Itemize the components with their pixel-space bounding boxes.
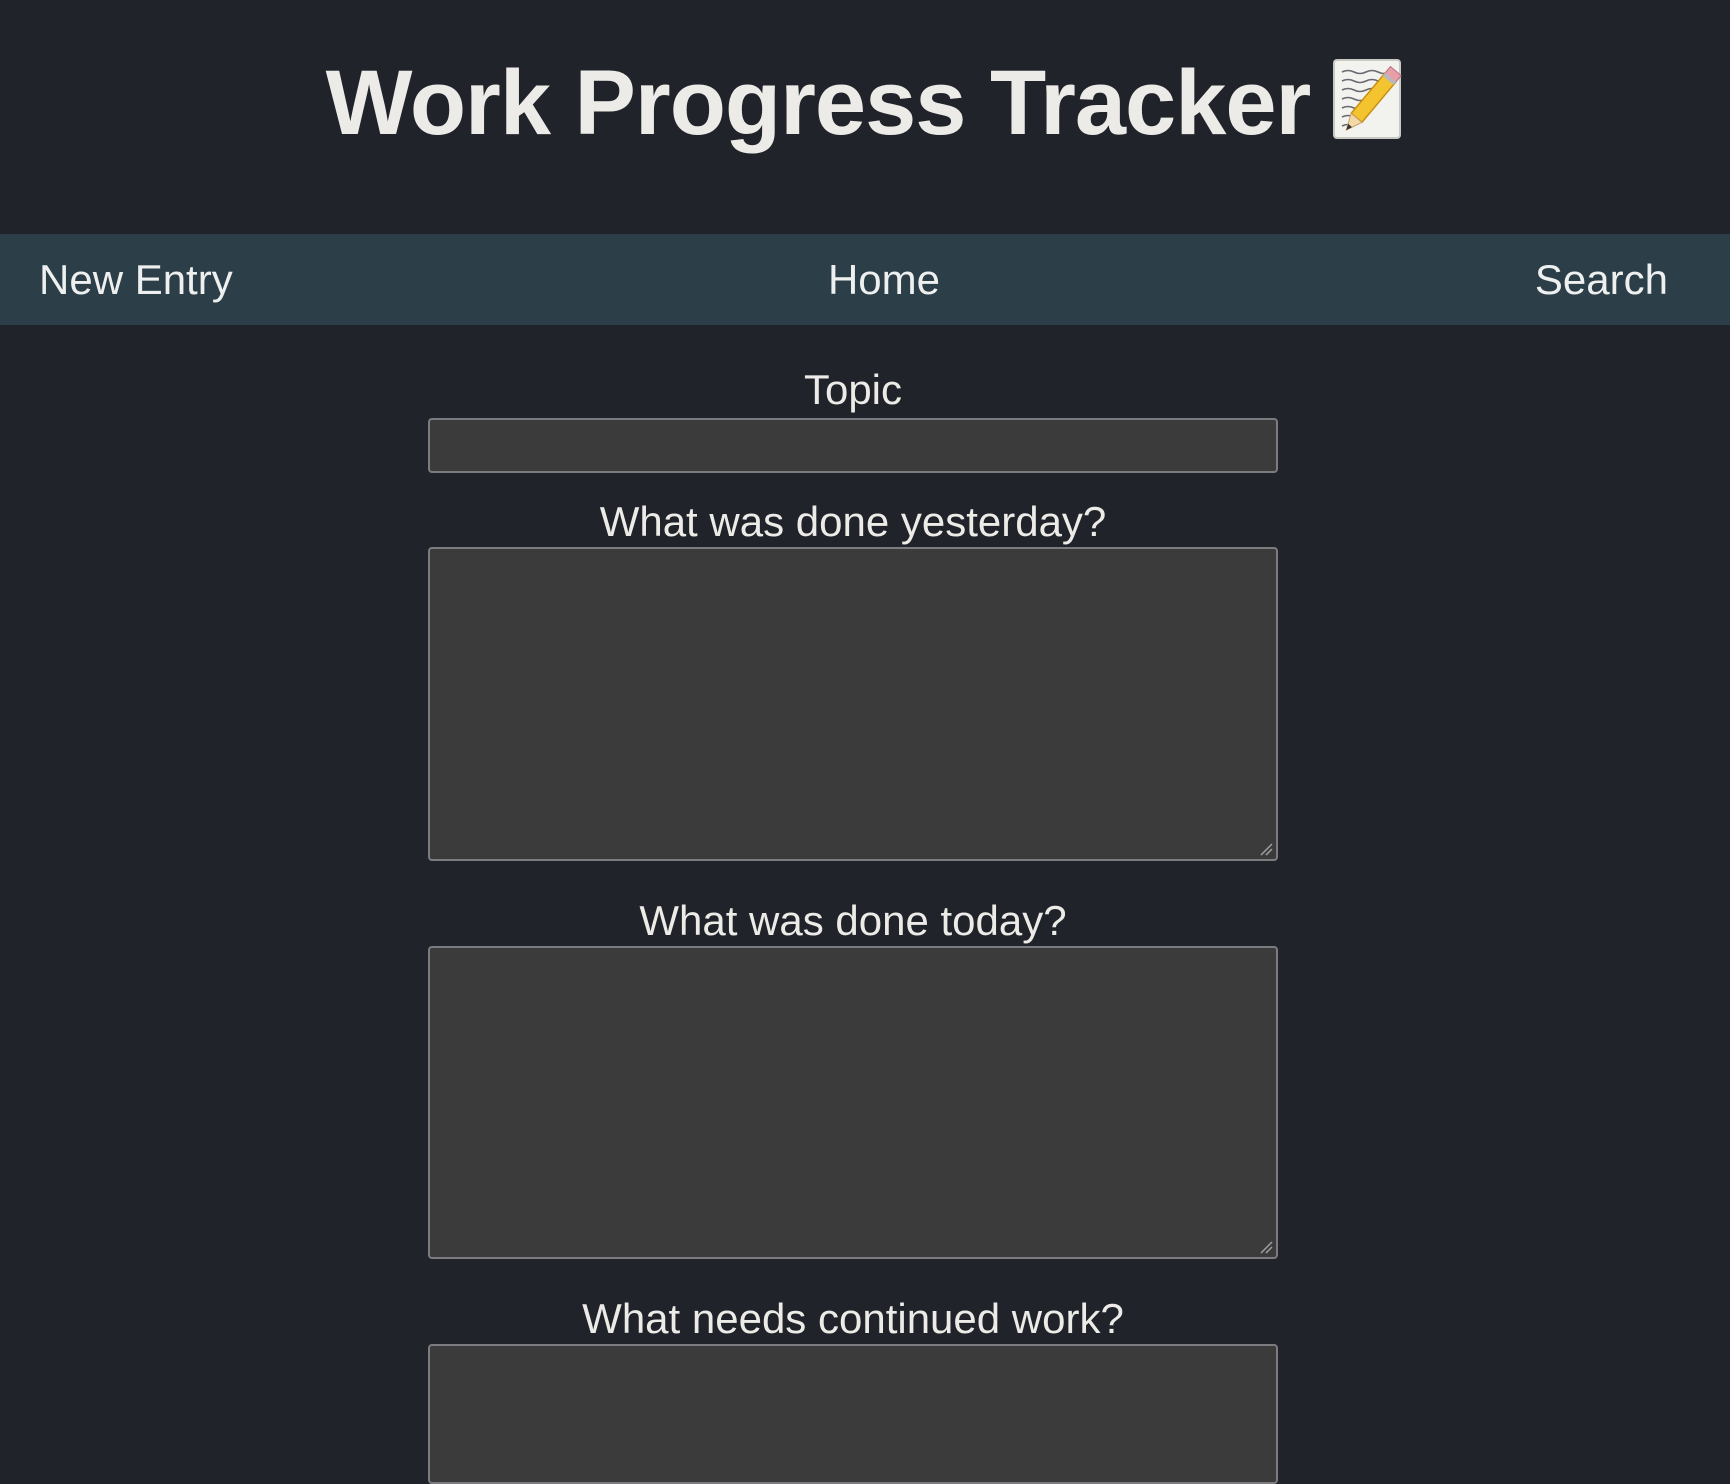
nav-search-link[interactable]: Search <box>1535 234 1668 325</box>
nav-home-link[interactable]: Home <box>0 234 1730 325</box>
today-textarea[interactable] <box>428 946 1278 1259</box>
nav-bar: New Entry Home Search <box>0 234 1730 325</box>
app-title: Work Progress Tracker <box>0 48 1730 158</box>
today-label: What was done today? <box>639 897 1067 944</box>
yesterday-label: What was done yesterday? <box>599 498 1107 545</box>
topic-input[interactable] <box>428 418 1278 473</box>
topic-label: Topic <box>803 366 903 413</box>
header: Work Progress Tracker <box>0 0 1730 234</box>
continued-label: What needs continued work? <box>582 1295 1124 1342</box>
memo-pencil-icon <box>1332 54 1404 139</box>
app-title-text: Work Progress Tracker <box>325 52 1312 154</box>
resize-grip-icon[interactable] <box>1259 1240 1273 1254</box>
yesterday-textarea[interactable] <box>428 547 1278 861</box>
resize-grip-icon[interactable] <box>1259 842 1273 856</box>
continued-textarea[interactable] <box>428 1344 1278 1484</box>
